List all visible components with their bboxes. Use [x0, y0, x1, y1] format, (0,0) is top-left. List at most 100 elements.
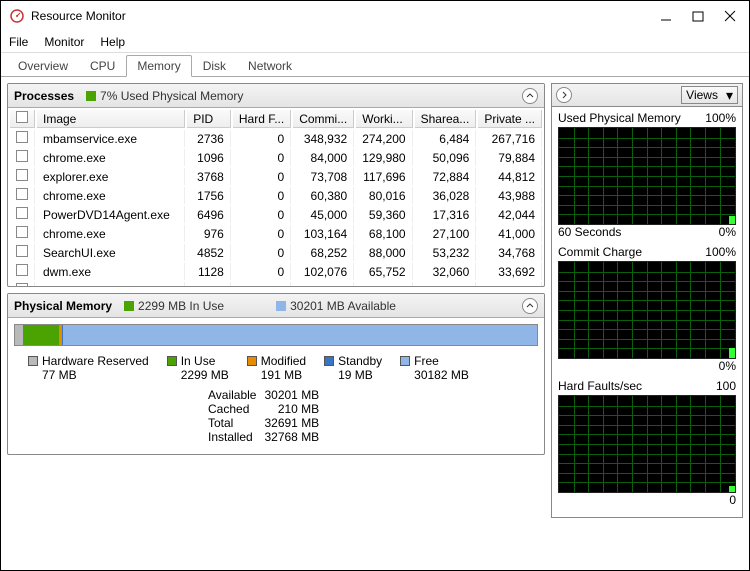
tabs: Overview CPU Memory Disk Network [1, 53, 749, 77]
legend-value: 19 MB [338, 368, 382, 382]
col-hardfaults[interactable]: Hard F... [233, 110, 291, 128]
total-available-value: 30201 MB [264, 388, 319, 402]
legend-value: 30182 MB [414, 368, 469, 382]
chart-foot-right: 0% [719, 359, 736, 373]
cell-shareable: 27,100 [415, 225, 477, 242]
table-row[interactable]: SearchUI.exe 4852 0 68,252 88,000 53,232… [10, 244, 542, 261]
row-checkbox[interactable] [16, 245, 28, 257]
cell-working: 88,000 [356, 244, 412, 261]
minimize-button[interactable] [659, 9, 673, 23]
row-checkbox[interactable] [16, 283, 28, 286]
row-checkbox[interactable] [16, 131, 28, 143]
tab-memory[interactable]: Memory [126, 55, 191, 77]
table-row[interactable]: mbamservice.exe 2736 0 348,932 274,200 6… [10, 130, 542, 147]
cell-private: 34,768 [478, 244, 542, 261]
inuse-color-icon [124, 301, 134, 311]
row-checkbox[interactable] [16, 188, 28, 200]
table-row[interactable]: chrome.exe 1096 0 84,000 129,980 50,096 … [10, 149, 542, 166]
cell-hardfaults: 0 [233, 149, 291, 166]
legend-label: Free [414, 354, 469, 368]
processes-header[interactable]: Processes 7% Used Physical Memory [8, 84, 544, 108]
cell-shareable: 6,484 [415, 130, 477, 147]
physmem-avail-text: 30201 MB Available [290, 299, 396, 313]
cell-private: 27,904 [478, 282, 542, 286]
row-checkbox[interactable] [16, 226, 28, 238]
tab-network[interactable]: Network [237, 55, 303, 76]
chart-foot-right: 0% [719, 225, 736, 239]
cell-commit: 45,000 [293, 206, 354, 223]
views-dropdown[interactable]: Views ▾ [681, 86, 738, 104]
table-row[interactable]: explorer.exe 3768 0 73,708 117,696 72,88… [10, 168, 542, 185]
cell-hardfaults: 0 [233, 263, 291, 280]
cell-pid: 1128 [187, 263, 231, 280]
physmem-avail: 30201 MB Available [276, 299, 396, 313]
cell-working: 80,016 [356, 187, 412, 204]
close-button[interactable] [723, 9, 737, 23]
cell-shareable: 50,096 [415, 149, 477, 166]
charts-header: Views ▾ [551, 83, 743, 107]
cell-working: 68,100 [356, 225, 412, 242]
chart-foot-right: 0 [729, 493, 736, 507]
cell-pid: 1756 [187, 187, 231, 204]
tab-cpu[interactable]: CPU [79, 55, 126, 76]
row-checkbox[interactable] [16, 169, 28, 181]
checkbox-all[interactable] [16, 111, 28, 123]
physmem-inuse-text: 2299 MB In Use [138, 299, 224, 313]
cell-private: 42,044 [478, 206, 542, 223]
table-row[interactable]: chrome.exe 976 0 103,164 68,100 27,100 4… [10, 225, 542, 242]
col-pid[interactable]: PID [187, 110, 231, 128]
bar-inuse [23, 325, 60, 345]
bar-hardware [15, 325, 23, 345]
physmem-inuse: 2299 MB In Use [124, 299, 224, 313]
table-row[interactable]: chrome.exe 1756 0 60,380 80,016 36,028 4… [10, 187, 542, 204]
legend-label: Standby [338, 354, 382, 368]
table-row[interactable]: PowerDVD14Agent.exe 6496 0 45,000 59,360… [10, 206, 542, 223]
bar-free [63, 325, 537, 345]
cell-image: dwm.exe [37, 263, 185, 280]
cell-pid: 1096 [187, 149, 231, 166]
row-checkbox[interactable] [16, 207, 28, 219]
col-private[interactable]: Private ... [478, 110, 542, 128]
physmem-header[interactable]: Physical Memory 2299 MB In Use 30201 MB … [8, 294, 544, 318]
col-working[interactable]: Worki... [356, 110, 412, 128]
avail-color-icon [276, 301, 286, 311]
col-shareable[interactable]: Sharea... [415, 110, 477, 128]
row-checkbox[interactable] [16, 264, 28, 276]
cell-shareable: 36,028 [415, 187, 477, 204]
legend-item-mod: Modified191 MB [247, 354, 306, 382]
cell-commit: 60,380 [293, 187, 354, 204]
legend-value: 2299 MB [181, 368, 229, 382]
legend-label: Modified [261, 354, 306, 368]
col-image[interactable]: Image [37, 110, 185, 128]
charts-sidebar: Views ▾ Used Physical Memory100% 60 Seco… [549, 77, 749, 570]
chart-0 [558, 127, 736, 225]
cell-shareable: 17,316 [415, 206, 477, 223]
legend-value: 77 MB [42, 368, 149, 382]
chart-title: Commit Charge [558, 245, 642, 259]
cell-hardfaults: 0 [233, 225, 291, 242]
menu-file[interactable]: File [9, 35, 28, 49]
tab-overview[interactable]: Overview [7, 55, 79, 76]
maximize-button[interactable] [691, 9, 705, 23]
menu-help[interactable]: Help [100, 35, 125, 49]
total-total-value: 32691 MB [264, 416, 319, 430]
chart-1 [558, 261, 736, 359]
legend-label: In Use [181, 354, 229, 368]
table-row[interactable]: ShellExperienceHost.exe 4368 0 48,656 75… [10, 282, 542, 286]
col-commit[interactable]: Commi... [293, 110, 354, 128]
total-installed-label: Installed [208, 430, 256, 444]
col-check[interactable] [10, 110, 35, 128]
table-row[interactable]: dwm.exe 1128 0 102,076 65,752 32,060 33,… [10, 263, 542, 280]
collapse-icon[interactable] [522, 298, 538, 314]
tab-disk[interactable]: Disk [192, 55, 237, 76]
memory-bar [14, 324, 538, 346]
row-checkbox[interactable] [16, 150, 28, 162]
collapse-icon[interactable] [522, 88, 538, 104]
cell-commit: 84,000 [293, 149, 354, 166]
legend-swatch [28, 356, 38, 366]
menu-monitor[interactable]: Monitor [44, 35, 84, 49]
cell-pid: 976 [187, 225, 231, 242]
charts-collapse-icon[interactable] [556, 87, 572, 103]
physical-memory-panel: Physical Memory 2299 MB In Use 30201 MB … [7, 293, 545, 455]
legend-swatch [167, 356, 177, 366]
